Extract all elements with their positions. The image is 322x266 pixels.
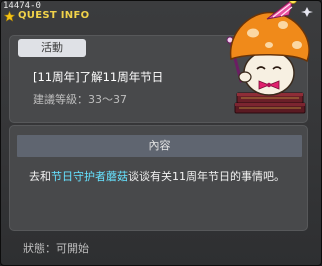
mushroom-mascot-illustration: [226, 1, 313, 114]
description-text-before: 去和: [29, 170, 51, 183]
recommended-level: 建議等級：33～37: [33, 93, 127, 106]
quest-info-window: 14474-0 QUEST INFO 活動 [11周年]了解11周年节日 建議等…: [0, 0, 322, 266]
npc-name-link[interactable]: 节日守护者蘑菇: [51, 170, 128, 183]
quest-category-badge: 活動: [18, 39, 86, 57]
quest-description: 去和节日守护者蘑菇谈谈有关11周年节日的事情吧。: [29, 167, 299, 186]
star-icon: [4, 11, 15, 22]
content-header: 內容: [17, 135, 302, 157]
description-text-after: 谈谈有关11周年节日的事情吧。: [128, 170, 285, 183]
quest-status: 狀態：可開始: [23, 242, 89, 255]
window-title: QUEST INFO: [18, 10, 90, 21]
quest-name: [11周年]了解11周年节日: [33, 70, 164, 84]
